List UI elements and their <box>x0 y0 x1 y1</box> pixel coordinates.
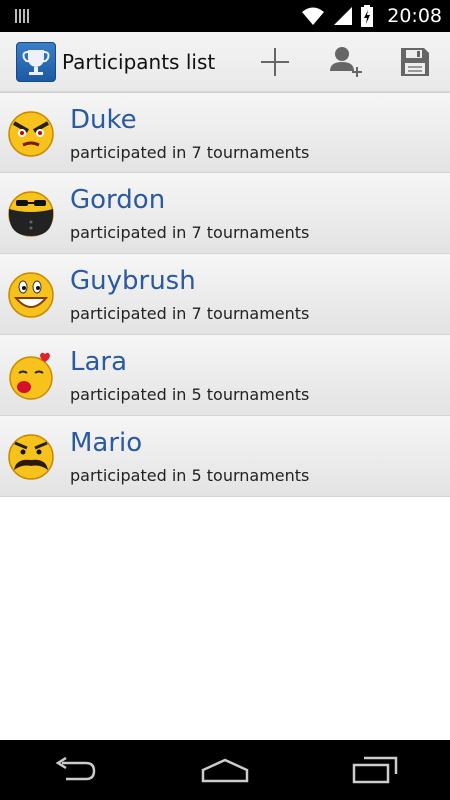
battery-icon <box>361 5 374 27</box>
list-item[interactable]: Gordon participated in 7 tournaments <box>0 173 450 254</box>
add-user-button[interactable] <box>319 40 371 84</box>
plus-icon <box>261 48 289 76</box>
signal-icon <box>334 7 353 25</box>
save-button[interactable] <box>389 40 441 84</box>
mustache-face-icon <box>8 434 54 480</box>
participants-list: Duke participated in 7 tournaments Gordo… <box>0 92 450 497</box>
grinning-face-icon <box>8 272 54 318</box>
participant-info: participated in 7 tournaments <box>70 304 310 323</box>
list-item[interactable]: Guybrush participated in 7 tournaments <box>0 254 450 335</box>
back-icon <box>55 757 96 781</box>
participant-info: participated in 7 tournaments <box>70 223 310 242</box>
add-button[interactable] <box>249 40 301 84</box>
trophy-icon[interactable] <box>16 42 56 82</box>
action-bar: Participants list <box>0 32 450 92</box>
angry-face-icon <box>8 111 54 157</box>
participant-info: participated in 5 tournaments <box>70 466 310 485</box>
navigation-bar <box>0 740 450 800</box>
participant-name: Gordon <box>70 185 166 215</box>
save-icon <box>401 48 429 76</box>
recents-icon <box>352 756 398 784</box>
participant-name: Guybrush <box>70 266 196 296</box>
participant-info: participated in 5 tournaments <box>70 385 310 404</box>
notification-icon <box>15 9 29 23</box>
status-time: 20:08 <box>387 5 442 27</box>
page-title: Participants list <box>62 50 216 74</box>
back-button[interactable] <box>30 745 120 795</box>
kiss-face-icon <box>9 352 53 400</box>
home-icon <box>201 758 249 783</box>
participant-info: participated in 7 tournaments <box>70 143 310 162</box>
participant-name: Lara <box>70 347 128 377</box>
wifi-icon <box>302 7 325 25</box>
cool-face-icon <box>8 191 54 237</box>
participant-name: Mario <box>70 428 143 458</box>
home-button[interactable] <box>180 745 270 795</box>
recents-button[interactable] <box>330 745 420 795</box>
status-bar: 20:08 <box>0 0 450 32</box>
add-user-icon <box>330 47 362 77</box>
participant-name: Duke <box>70 105 137 135</box>
list-item[interactable]: Lara participated in 5 tournaments <box>0 335 450 416</box>
list-item[interactable]: Mario participated in 5 tournaments <box>0 416 450 497</box>
list-item[interactable]: Duke participated in 7 tournaments <box>0 92 450 173</box>
